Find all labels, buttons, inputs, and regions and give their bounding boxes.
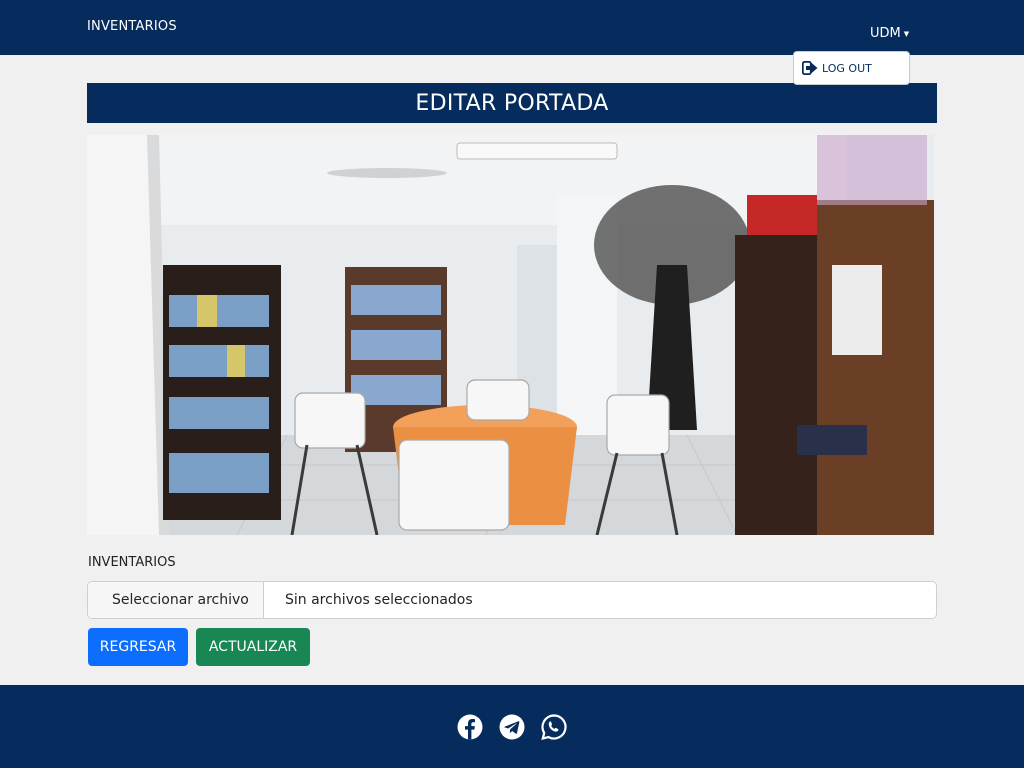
footer <box>0 685 1024 768</box>
choose-file-button[interactable]: Seleccionar archivo <box>88 582 264 618</box>
top-navbar: INVENTARIOS UDM ▼ <box>0 0 1024 55</box>
page-title: EDITAR PORTADA <box>415 90 609 116</box>
brand-link[interactable]: INVENTARIOS <box>87 19 177 34</box>
facebook-icon[interactable] <box>457 714 483 740</box>
caret-down-icon: ▼ <box>903 29 910 38</box>
whatsapp-icon[interactable] <box>541 714 567 740</box>
cover-image <box>87 135 934 535</box>
file-status-text: Sin archivos seleccionados <box>285 592 473 608</box>
file-input[interactable]: Seleccionar archivo Sin archivos selecci… <box>87 581 937 619</box>
page-title-bar: EDITAR PORTADA <box>87 83 937 123</box>
file-field-label: INVENTARIOS <box>88 555 176 570</box>
user-dropdown-menu: LOG OUT <box>793 51 910 85</box>
back-button[interactable]: REGRESAR <box>88 628 188 666</box>
logout-menu-item[interactable]: LOG OUT <box>802 61 872 75</box>
library-room-photo <box>87 135 934 535</box>
sign-out-icon <box>802 61 818 75</box>
user-name: UDM <box>870 26 901 41</box>
logout-label: LOG OUT <box>822 61 872 75</box>
update-button[interactable]: ACTUALIZAR <box>196 628 310 666</box>
user-menu-toggle[interactable]: UDM ▼ <box>870 26 909 41</box>
telegram-icon[interactable] <box>499 714 525 740</box>
